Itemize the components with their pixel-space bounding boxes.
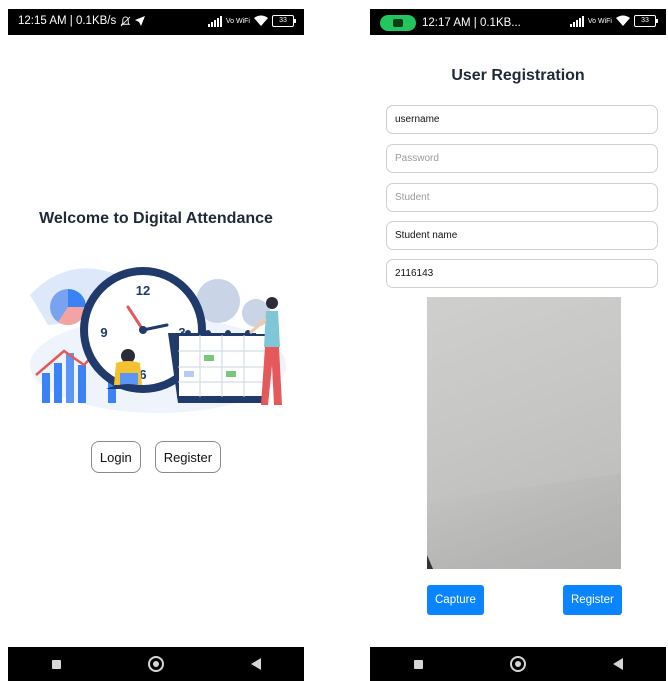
navigation-bar — [370, 647, 666, 681]
student-name-field[interactable] — [386, 221, 658, 250]
clock-number-12: 12 — [136, 283, 150, 298]
wifi-icon — [616, 15, 630, 26]
welcome-actions: Login Register — [8, 441, 304, 473]
username-field[interactable] — [386, 105, 658, 134]
welcome-title: Welcome to Digital Attendance — [39, 210, 273, 227]
back-icon[interactable] — [612, 658, 623, 670]
camera-preview-shadow — [427, 555, 433, 569]
register-submit-button[interactable]: Register — [563, 585, 622, 615]
clock-number-9: 9 — [100, 325, 107, 340]
camera-preview — [427, 297, 621, 569]
student-field[interactable] — [386, 183, 658, 212]
attendance-illustration: 12 9 3 6 — [30, 267, 286, 413]
status-time: 12:17 AM | 0.1KB... — [422, 17, 521, 29]
login-button[interactable]: Login — [90, 441, 141, 473]
page-title: User Registration — [451, 67, 585, 84]
register-button[interactable]: Register — [154, 441, 222, 473]
location-arrow-icon — [135, 16, 146, 26]
recents-icon[interactable] — [51, 659, 61, 669]
volte-icon: Vo WiFi — [225, 17, 250, 25]
password-field[interactable] — [386, 144, 658, 173]
recents-icon[interactable] — [413, 659, 423, 669]
registration-screen: 12:17 AM | 0.1KB... Vo WiFi 33 User Regi… — [370, 0, 666, 681]
welcome-screen: 12:15 AM | 0.1KB/s Vo WiFi 33 Welcome to… — [8, 0, 304, 681]
student-id-field[interactable] — [386, 259, 658, 288]
status-bar: 12:17 AM | 0.1KB... Vo WiFi 33 — [370, 9, 666, 35]
signal-icon — [207, 15, 222, 27]
status-time: 12:15 AM | 0.1KB/s — [18, 15, 117, 27]
mute-icon — [120, 15, 131, 26]
signal-icon — [569, 15, 584, 27]
battery-icon: 33 — [272, 15, 296, 27]
volte-icon: Vo WiFi — [587, 17, 612, 25]
home-icon[interactable] — [509, 656, 526, 672]
wifi-icon — [254, 15, 268, 26]
screen-record-icon — [380, 15, 416, 31]
navigation-bar — [8, 647, 304, 681]
capture-button[interactable]: Capture — [427, 585, 484, 615]
status-bar: 12:15 AM | 0.1KB/s Vo WiFi 33 — [8, 9, 304, 35]
back-icon[interactable] — [250, 658, 261, 670]
home-icon[interactable] — [147, 656, 164, 672]
battery-icon: 33 — [634, 15, 658, 27]
